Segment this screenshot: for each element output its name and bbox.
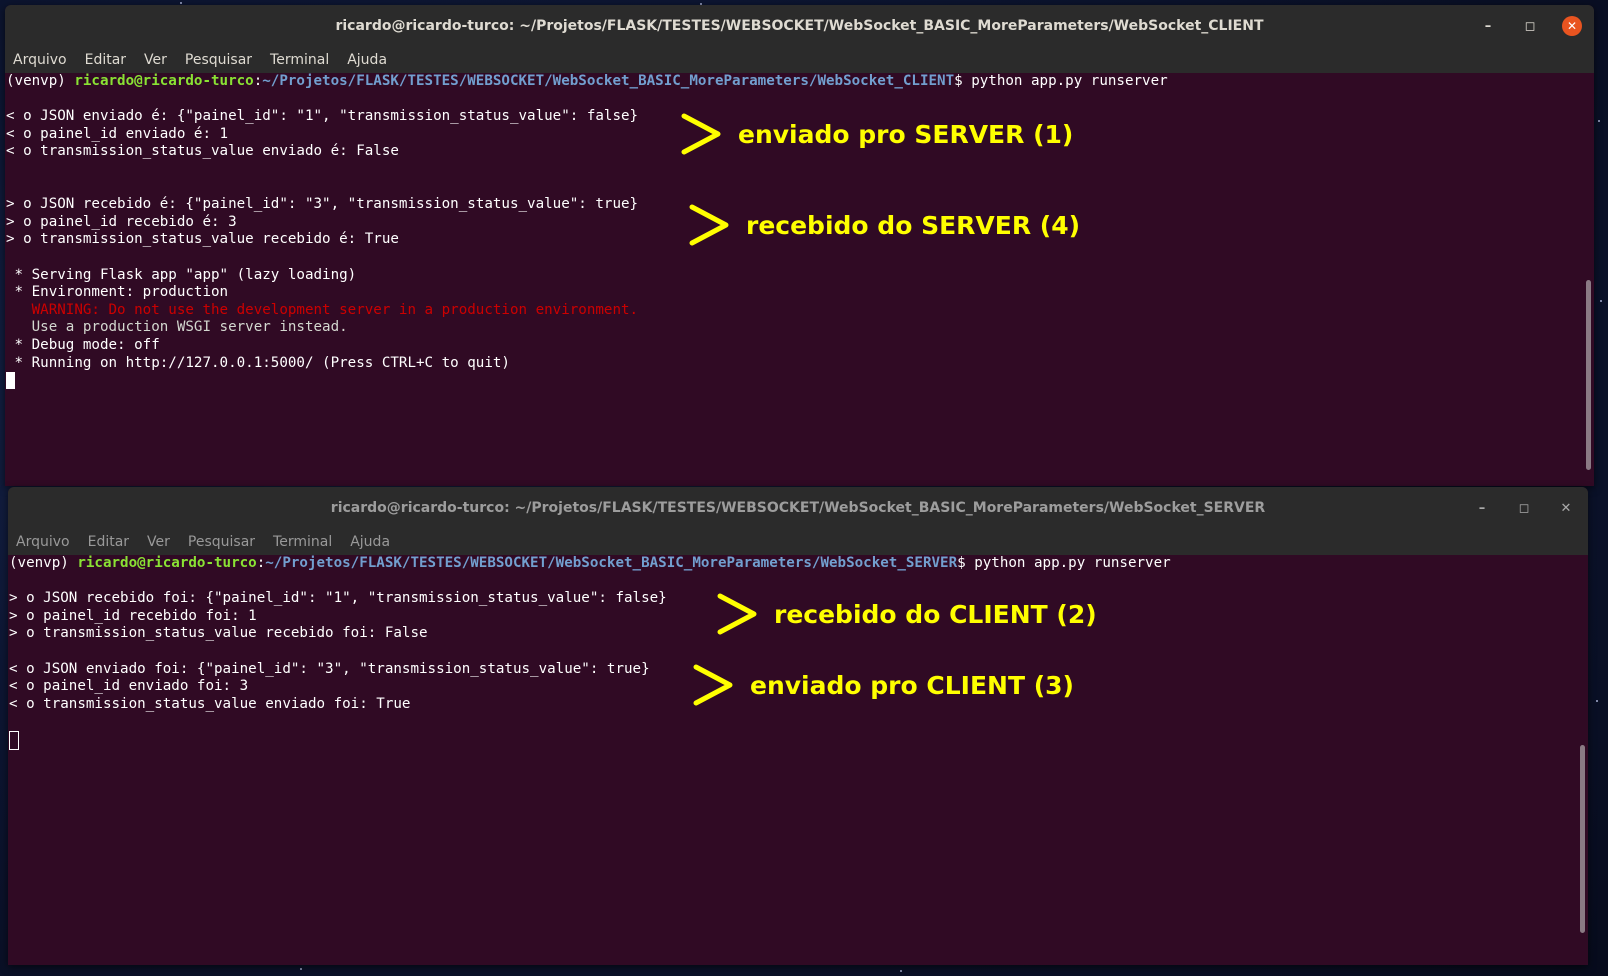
arrow-icon — [688, 203, 732, 247]
prompt-line: (venvp) ricardo@ricardo-turco:~/Projetos… — [6, 73, 1594, 91]
menu-ajuda[interactable]: Ajuda — [350, 534, 390, 550]
menu-arquivo[interactable]: Arquivo — [16, 534, 70, 550]
close-icon[interactable]: ✕ — [1562, 16, 1582, 36]
menu-editar[interactable]: Editar — [88, 534, 129, 550]
annotation-received-from-client: recebido do CLIENT (2) — [716, 592, 1097, 636]
client-titlebar[interactable]: ricardo@ricardo-turco: ~/Projetos/FLASK/… — [5, 5, 1594, 47]
prompt-user: ricardo@ricardo-turco — [77, 555, 257, 571]
terminal-cursor — [9, 730, 19, 750]
arrow-icon — [692, 663, 736, 707]
prompt-colon: : — [256, 555, 266, 571]
maximize-icon[interactable]: ◻ — [1520, 16, 1540, 36]
prompt-path: ~/Projetos/FLASK/TESTES/WEBSOCKET/WebSoc… — [265, 555, 958, 571]
flask-env-line: * Environment: production — [6, 284, 229, 301]
prompt-path: ~/Projetos/FLASK/TESTES/WEBSOCKET/WebSoc… — [262, 73, 955, 89]
menu-terminal[interactable]: Terminal — [273, 534, 332, 550]
menu-pesquisar[interactable]: Pesquisar — [185, 52, 252, 68]
server-window-title: ricardo@ricardo-turco: ~/Projetos/FLASK/… — [330, 500, 1266, 516]
server-menubar: Arquivo Editar Ver Pesquisar Terminal Aj… — [8, 529, 1588, 555]
prompt-command: $ python app.py runserver — [957, 555, 1171, 571]
client-scrollbar[interactable] — [1586, 280, 1591, 470]
annotation-received-from-server: recebido do SERVER (4) — [688, 203, 1080, 247]
client-menubar: Arquivo Editar Ver Pesquisar Terminal Aj… — [5, 47, 1594, 73]
flask-running-line: * Running on http://127.0.0.1:5000/ (Pre… — [6, 354, 510, 371]
server-terminal-window[interactable]: ricardo@ricardo-turco: ~/Projetos/FLASK/… — [8, 487, 1588, 965]
venv-label: (venvp) — [6, 73, 75, 89]
annotation-label: enviado pro CLIENT (3) — [750, 670, 1074, 700]
prompt-colon: : — [253, 73, 263, 89]
minimize-icon[interactable]: – — [1472, 498, 1492, 518]
flask-debug-line: * Debug mode: off — [6, 336, 160, 353]
annotation-label: enviado pro SERVER (1) — [738, 119, 1074, 149]
menu-arquivo[interactable]: Arquivo — [13, 52, 67, 68]
server-scrollbar[interactable] — [1580, 745, 1585, 933]
prompt-line: (venvp) ricardo@ricardo-turco:~/Projetos… — [9, 555, 1588, 573]
menu-pesquisar[interactable]: Pesquisar — [188, 534, 255, 550]
annotation-label: recebido do SERVER (4) — [746, 210, 1081, 240]
minimize-icon[interactable]: – — [1478, 16, 1498, 36]
client-window-title: ricardo@ricardo-turco: ~/Projetos/FLASK/… — [335, 18, 1264, 34]
annotation-label: recebido do CLIENT (2) — [774, 599, 1097, 629]
server-titlebar[interactable]: ricardo@ricardo-turco: ~/Projetos/FLASK/… — [8, 487, 1588, 529]
close-icon[interactable]: ✕ — [1556, 498, 1576, 518]
flask-wsgi-line: Use a production WSGI server instead. — [6, 319, 348, 336]
annotation-sent-to-server: enviado pro SERVER (1) — [680, 112, 1073, 156]
arrow-icon — [716, 592, 760, 636]
menu-terminal[interactable]: Terminal — [270, 52, 329, 68]
prompt-command: $ python app.py runserver — [954, 73, 1168, 89]
menu-ver[interactable]: Ver — [144, 52, 167, 68]
menu-ajuda[interactable]: Ajuda — [347, 52, 387, 68]
flask-serving-line: * Serving Flask app "app" (lazy loading) — [6, 266, 357, 283]
prompt-user: ricardo@ricardo-turco — [74, 73, 254, 89]
maximize-icon[interactable]: ◻ — [1514, 498, 1534, 518]
terminal-cursor — [6, 372, 15, 390]
menu-ver[interactable]: Ver — [147, 534, 170, 550]
flask-warning-line: WARNING: Do not use the development serv… — [6, 301, 639, 318]
menu-editar[interactable]: Editar — [85, 52, 126, 68]
arrow-icon — [680, 112, 724, 156]
venv-label: (venvp) — [9, 555, 78, 571]
annotation-sent-to-client: enviado pro CLIENT (3) — [692, 663, 1074, 707]
